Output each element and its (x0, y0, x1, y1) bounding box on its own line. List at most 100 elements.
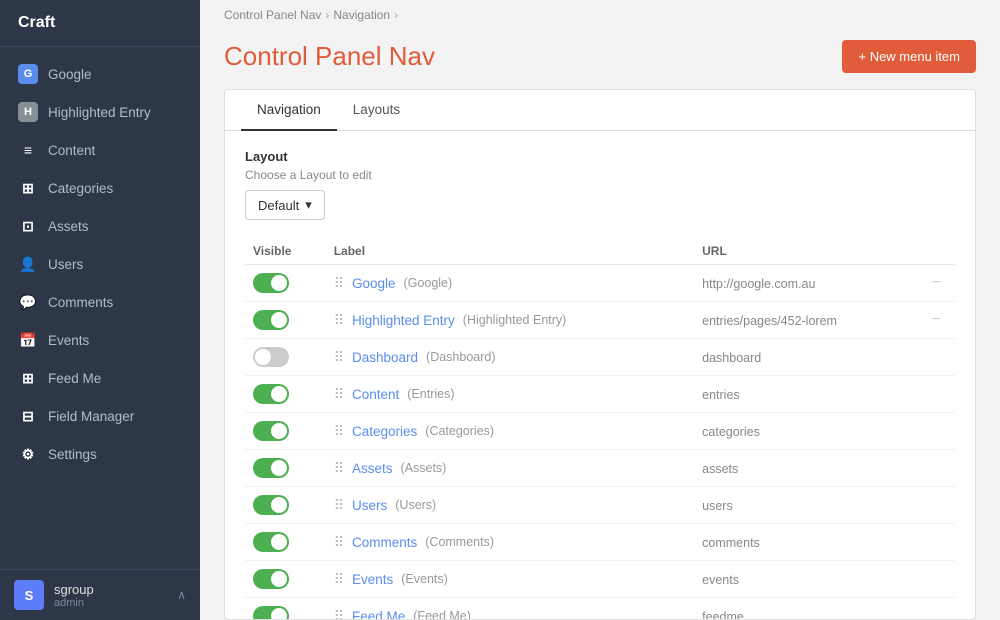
drag-handle-icon[interactable]: ⠿ (334, 386, 344, 403)
tab-navigation[interactable]: Navigation (241, 90, 337, 131)
sidebar-item-label-assets: Assets (48, 219, 89, 234)
entry-link-4[interactable]: Content (352, 387, 399, 402)
drag-handle-icon[interactable]: ⠿ (334, 275, 344, 292)
categories-icon: ⊞ (18, 178, 38, 198)
entry-type: (Users) (395, 498, 436, 512)
toggle-cell (245, 413, 326, 450)
entry-link-5[interactable]: Categories (352, 424, 417, 439)
breadcrumb-navigation[interactable]: Navigation (333, 8, 390, 22)
events-icon: 📅 (18, 330, 38, 350)
remove-cell: − (918, 265, 955, 302)
sidebar-item-highlighted-entry[interactable]: H Highlighted Entry (0, 93, 200, 131)
toggle-3[interactable] (253, 347, 289, 367)
toggle-2[interactable] (253, 310, 289, 330)
toggle-8[interactable] (253, 532, 289, 552)
drag-handle-icon[interactable]: ⠿ (334, 534, 344, 551)
label-cell-inner: ⠿Highlighted Entry(Highlighted Entry) (334, 312, 686, 329)
toggle-6[interactable] (253, 458, 289, 478)
toggle-4[interactable] (253, 384, 289, 404)
url-text: entries/pages/452-lorem (702, 314, 837, 328)
sidebar-item-users[interactable]: 👤Users (0, 245, 200, 283)
url-cell: feedme (694, 598, 918, 620)
entry-link-6[interactable]: Assets (352, 461, 393, 476)
label-cell: ⠿Highlighted Entry(Highlighted Entry) (326, 302, 694, 339)
url-text: categories (702, 425, 760, 439)
label-cell: ⠿Content(Entries) (326, 376, 694, 413)
entry-link-7[interactable]: Users (352, 498, 387, 513)
dropdown-arrow-icon: ▾ (305, 197, 312, 213)
entry-type: (Dashboard) (426, 350, 495, 364)
entry-type: (Categories) (425, 424, 494, 438)
sidebar-item-assets[interactable]: ⊡ Assets (0, 207, 200, 245)
sidebar-expand-icon[interactable]: ∧ (177, 588, 186, 602)
table-row: ⠿Events(Events)events (245, 561, 955, 598)
sidebar-item-settings[interactable]: ⚙Settings (0, 435, 200, 473)
table-row: ⠿Google(Google)http://google.com.au− (245, 265, 955, 302)
toggle-cell (245, 487, 326, 524)
layout-dropdown[interactable]: Default ▾ (245, 190, 325, 220)
label-cell: ⠿ Users (Users) (326, 487, 694, 524)
breadcrumb: Control Panel Nav › Navigation › (200, 0, 1000, 30)
sidebar-item-feed-me[interactable]: ⊞Feed Me (0, 359, 200, 397)
sidebar-nav-list: GGoogle H Highlighted Entry ≡Content⊞Catego… (0, 47, 200, 569)
tab-layouts[interactable]: Layouts (337, 90, 416, 131)
breadcrumb-control-panel-nav[interactable]: Control Panel Nav (224, 8, 321, 22)
sidebar-item-label-users: Users (48, 257, 83, 272)
entry-link-3[interactable]: Dashboard (352, 350, 418, 365)
drag-handle-icon[interactable]: ⠿ (334, 608, 344, 620)
label-cell-inner: ⠿Assets(Assets) (334, 460, 686, 477)
toggle-cell (245, 450, 326, 487)
url-cell: assets (694, 450, 918, 487)
remove-cell (918, 376, 955, 413)
sidebar-item-content[interactable]: ≡Content (0, 131, 200, 169)
sidebar-item-events[interactable]: 📅Events (0, 321, 200, 359)
toggle-9[interactable] (253, 569, 289, 589)
drag-handle-icon[interactable]: ⠿ (334, 312, 344, 329)
toggle-7[interactable] (253, 495, 289, 515)
sidebar-item-comments[interactable]: 💬Comments (0, 283, 200, 321)
page-title: Control Panel Nav (224, 41, 435, 72)
label-cell-inner: ⠿Content(Entries) (334, 386, 686, 403)
sidebar: Craft GGoogleHHighlighted Entry≡Content⊞… (0, 0, 200, 620)
layout-sublabel: Choose a Layout to edit (245, 168, 955, 182)
sidebar-item-categories[interactable]: ⊞Categories (0, 169, 200, 207)
col-label: Label (326, 238, 694, 265)
toggle-1[interactable] (253, 273, 289, 293)
entry-link-10[interactable]: Feed Me (352, 609, 405, 620)
drag-handle-icon[interactable]: ⠿ (334, 460, 344, 477)
new-menu-item-button[interactable]: + New menu item (842, 40, 976, 73)
drag-handle-icon[interactable]: ⠿ (334, 497, 344, 514)
page-header: Control Panel Nav + New menu item (200, 30, 1000, 89)
tabs: Navigation Layouts (225, 90, 975, 131)
table-row: ⠿ Categories (Categories) categories (245, 413, 955, 450)
sidebar-item-label-highlighted-entry: Highlighted Entry (48, 105, 151, 120)
entry-link-8[interactable]: Comments (352, 535, 417, 550)
label-cell-inner: ⠿Google(Google) (334, 275, 686, 292)
entry-link-2[interactable]: Highlighted Entry (352, 313, 455, 328)
entry-link-1[interactable]: Google (352, 276, 396, 291)
sidebar-item-field-manager[interactable]: ⊟Field Manager (0, 397, 200, 435)
highlighted-entry-icon: H (18, 102, 38, 122)
label-cell: ⠿Google(Google) (326, 265, 694, 302)
remove-button-1[interactable]: − (926, 272, 947, 293)
sidebar-item-label-field-manager: Field Manager (48, 409, 134, 424)
main-content: Control Panel Nav › Navigation › Control… (200, 0, 1000, 620)
drag-handle-icon[interactable]: ⠿ (334, 349, 344, 366)
url-cell: users (694, 487, 918, 524)
entry-link-9[interactable]: Events (352, 572, 393, 587)
table-row: ⠿Highlighted Entry(Highlighted Entry)ent… (245, 302, 955, 339)
toggle-10[interactable] (253, 606, 289, 619)
drag-handle-icon[interactable]: ⠿ (334, 571, 344, 588)
table-row: ⠿Assets(Assets)assets (245, 450, 955, 487)
remove-button-2[interactable]: − (926, 309, 947, 330)
navigation-table: Visible Label URL ⠿Google(Google)http://… (245, 238, 955, 619)
toggle-cell (245, 302, 326, 339)
toggle-5[interactable] (253, 421, 289, 441)
drag-handle-icon[interactable]: ⠿ (334, 423, 344, 440)
assets-icon: ⊡ (18, 216, 38, 236)
layout-dropdown-value: Default (258, 198, 299, 213)
layout-label: Layout (245, 149, 955, 164)
feed-me-icon: ⊞ (18, 368, 38, 388)
label-cell: ⠿Assets(Assets) (326, 450, 694, 487)
sidebar-item-google[interactable]: GGoogle (0, 55, 200, 93)
